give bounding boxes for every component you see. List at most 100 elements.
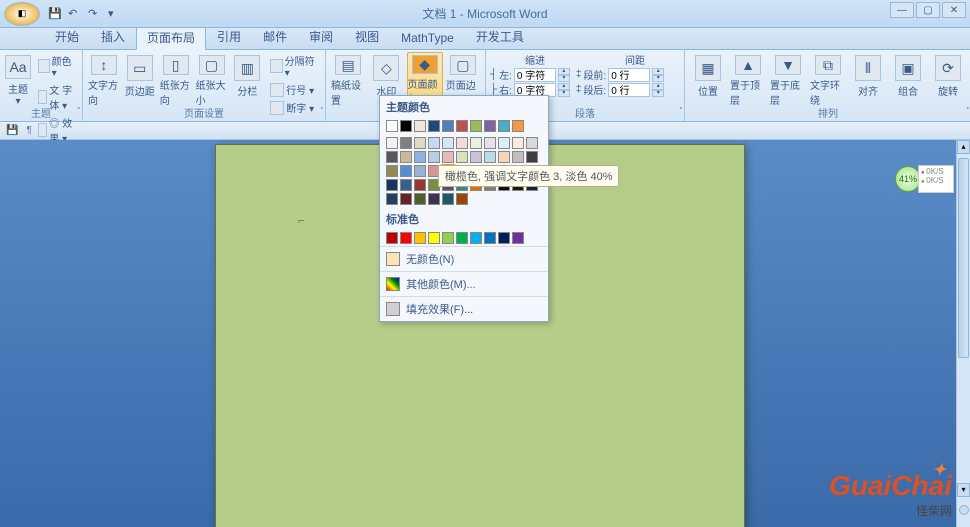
columns-button[interactable]: ▥分栏 <box>230 52 264 108</box>
orientation-icon: ▯ <box>163 55 189 75</box>
minimize-button[interactable]: — <box>890 2 914 18</box>
color-swatch[interactable] <box>512 232 524 244</box>
color-swatch[interactable] <box>526 151 538 163</box>
color-swatch[interactable] <box>442 193 454 205</box>
position-button[interactable]: ▦位置 <box>689 52 727 108</box>
color-swatch[interactable] <box>484 137 496 149</box>
spacing-after-spinner[interactable]: ‡段后:▴▾ <box>576 82 664 97</box>
color-swatch[interactable] <box>470 137 482 149</box>
color-swatch[interactable] <box>400 179 412 191</box>
fill-effects-item[interactable]: 填充效果(F)... <box>380 296 548 321</box>
color-swatch[interactable] <box>484 151 496 163</box>
close-button[interactable]: ✕ <box>942 2 966 18</box>
color-swatch[interactable] <box>498 120 510 132</box>
color-swatch[interactable] <box>484 232 496 244</box>
maximize-button[interactable]: ▢ <box>916 2 940 18</box>
group-button[interactable]: ▣组合 <box>889 52 927 108</box>
tab-page-layout[interactable]: 页面布局 <box>136 25 206 50</box>
color-swatch[interactable] <box>428 137 440 149</box>
color-swatch[interactable] <box>414 179 426 191</box>
color-swatch[interactable] <box>470 232 482 244</box>
spacing-after-input[interactable] <box>608 83 650 97</box>
color-swatch[interactable] <box>442 120 454 132</box>
color-swatch[interactable] <box>428 232 440 244</box>
color-swatch[interactable] <box>484 120 496 132</box>
line-numbers-icon <box>270 83 284 97</box>
theme-colors-button[interactable]: 颜色 ▾ <box>34 52 78 80</box>
redo-icon[interactable]: ↷ <box>88 7 102 21</box>
color-swatch[interactable] <box>414 165 426 177</box>
scroll-thumb[interactable] <box>958 158 969 358</box>
color-swatch[interactable] <box>386 165 398 177</box>
color-swatch[interactable] <box>456 151 468 163</box>
more-colors-item[interactable]: 其他颜色(M)... <box>380 271 548 296</box>
color-swatch[interactable] <box>400 151 412 163</box>
spacing-before-spinner[interactable]: ‡段前:▴▾ <box>576 67 664 82</box>
scroll-down-button[interactable]: ▾ <box>957 483 970 497</box>
color-swatch[interactable] <box>414 232 426 244</box>
size-button[interactable]: ▢纸张大小 <box>195 52 229 108</box>
color-swatch[interactable] <box>512 137 524 149</box>
themes-button[interactable]: Aa 主题▾ <box>4 52 32 108</box>
color-swatch[interactable] <box>428 120 440 132</box>
color-swatch[interactable] <box>456 120 468 132</box>
align-button[interactable]: ⫴对齐 <box>849 52 887 108</box>
writing-paper-button[interactable]: ▤稿纸设置 <box>330 52 366 108</box>
color-tooltip: 橄榄色, 强调文字颜色 3, 淡色 40% <box>438 165 619 187</box>
undo-icon[interactable]: ↶ <box>68 7 82 21</box>
page-borders-icon: ▢ <box>450 55 476 75</box>
color-swatch[interactable] <box>400 137 412 149</box>
color-swatch[interactable] <box>414 151 426 163</box>
color-swatch[interactable] <box>428 193 440 205</box>
standard-colors-row <box>380 230 548 246</box>
color-swatch[interactable] <box>400 232 412 244</box>
vertical-scrollbar[interactable]: ▴ ▾ <box>956 140 970 527</box>
tab-mathtype[interactable]: MathType <box>390 27 465 49</box>
color-swatch[interactable] <box>414 120 426 132</box>
color-swatch[interactable] <box>442 137 454 149</box>
color-swatch[interactable] <box>498 232 510 244</box>
color-swatch[interactable] <box>442 232 454 244</box>
scroll-up-button[interactable]: ▴ <box>957 140 970 154</box>
color-swatch[interactable] <box>512 151 524 163</box>
margins-button[interactable]: ▭页边距 <box>123 52 157 108</box>
color-swatch[interactable] <box>428 151 440 163</box>
save-icon[interactable]: 💾 <box>48 7 62 21</box>
color-swatch[interactable] <box>456 232 468 244</box>
bring-front-button[interactable]: ▲置于顶层 <box>729 52 767 108</box>
color-swatch[interactable] <box>400 165 412 177</box>
color-swatch[interactable] <box>386 137 398 149</box>
spacing-before-input[interactable] <box>608 68 650 82</box>
color-swatch[interactable] <box>386 179 398 191</box>
qat-more-icon[interactable]: ▾ <box>108 7 122 21</box>
color-swatch[interactable] <box>442 151 454 163</box>
color-swatch[interactable] <box>386 232 398 244</box>
color-swatch[interactable] <box>470 120 482 132</box>
line-numbers-button[interactable]: 行号 ▾ <box>266 81 321 98</box>
indent-left-spinner[interactable]: ┤左:▴▾ <box>490 67 570 82</box>
orientation-button[interactable]: ▯纸张方向 <box>159 52 193 108</box>
text-direction-button[interactable]: ↕文字方向 <box>87 52 121 108</box>
text-wrap-button[interactable]: ⧉文字环绕 <box>809 52 847 108</box>
color-swatch[interactable] <box>386 151 398 163</box>
color-swatch[interactable] <box>498 137 510 149</box>
breaks-button[interactable]: 分隔符 ▾ <box>266 52 321 80</box>
color-swatch[interactable] <box>400 120 412 132</box>
color-swatch[interactable] <box>386 193 398 205</box>
color-swatch[interactable] <box>456 193 468 205</box>
color-swatch[interactable] <box>386 120 398 132</box>
color-swatch[interactable] <box>526 137 538 149</box>
color-swatch[interactable] <box>400 193 412 205</box>
color-swatch[interactable] <box>456 137 468 149</box>
rotate-button[interactable]: ⟳旋转 <box>929 52 967 108</box>
browse-object-button[interactable] <box>959 505 969 515</box>
send-back-button[interactable]: ▼置于底层 <box>769 52 807 108</box>
color-swatch[interactable] <box>512 120 524 132</box>
no-color-item[interactable]: 无颜色(N) <box>380 246 548 271</box>
color-swatch[interactable] <box>470 151 482 163</box>
office-button[interactable]: ◧ <box>4 2 40 26</box>
color-swatch[interactable] <box>414 137 426 149</box>
color-swatch[interactable] <box>498 151 510 163</box>
indent-left-input[interactable] <box>514 68 556 82</box>
color-swatch[interactable] <box>414 193 426 205</box>
